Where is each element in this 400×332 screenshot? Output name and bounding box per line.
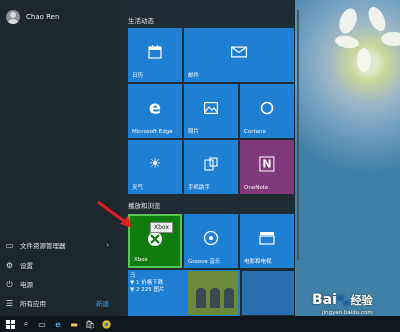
onenote-icon: N [259,156,275,172]
flower-petal [357,48,371,72]
scrollbar[interactable] [297,10,299,260]
person-silhouette [224,288,234,308]
desktop-wallpaper [295,0,400,316]
tile-label: 天气 [132,185,144,191]
menu-label: 文件资源管理器 [20,242,66,250]
list-icon: ☰ [5,298,14,308]
flower-petal [381,32,400,46]
user-account[interactable]: Chao Ren [6,10,59,24]
search-icon: ⌕ [23,319,29,328]
store-line: ▼ 1 价格下跌 [130,280,164,286]
tile-label: Microsoft Edge [132,129,173,135]
flower-petal [334,34,360,50]
edge-icon: e [55,319,61,329]
xbox-tooltip: Xbox [150,222,173,233]
watermark-brand: Bai🐾经验 [312,292,373,308]
avatar [6,10,20,24]
menu-power[interactable]: ⏻ 电源 [5,279,115,290]
tile-photos[interactable]: 照片 [184,84,238,138]
red-pointer-arrow-icon [97,200,132,228]
tile-movies-tv[interactable]: 电影和电视 [240,214,294,268]
phone-icon [204,157,218,171]
section-life: 生活动态 [128,17,154,25]
tile-label: 手机助手 [188,185,211,191]
task-view-icon: ▭ [38,319,46,329]
cortana-icon [260,101,274,115]
groove-icon [203,231,219,246]
tile-onenote[interactable]: N OneNote [240,140,294,194]
menu-file-explorer[interactable]: ▭ 文件资源管理器 › [5,240,115,251]
tile-label: 日历 [132,73,144,79]
chrome-icon [101,319,111,329]
start-menu: Chao Ren ▭ 文件资源管理器 › ⚙ 设置 ⏻ 电源 ☰ 所有应用 新建… [0,0,299,316]
store-line: 马 [130,273,136,279]
user-name: Chao Ren [26,13,60,21]
menu-label: 所有应用 [20,300,46,308]
chevron-right-icon: › [106,241,109,249]
menu-all-apps[interactable]: ☰ 所有应用 新建 [5,298,115,309]
tile-calendar[interactable]: 日历 [128,28,182,82]
store-taskbar-button[interactable]: 🛍 [82,316,98,332]
folder-icon: ▬ [70,319,78,329]
edge-icon: e [148,97,162,119]
tile-label: Groove 音乐 [188,259,221,265]
windows-start-button[interactable] [2,316,18,332]
new-badge: 新建 [96,300,109,308]
clapperboard-icon [259,232,275,245]
tile-weather[interactable]: ☀ 天气 [128,140,182,194]
calendar-icon [148,45,162,59]
tile-phone-companion[interactable]: 手机助手 [184,140,238,194]
tile-cortana[interactable]: Cortana [240,84,294,138]
flower-petal [336,6,360,36]
search-button[interactable]: ⌕ [18,316,34,332]
menu-settings[interactable]: ⚙ 设置 [5,260,115,271]
tile-label: OneNote [244,185,269,191]
windows-logo-icon [5,319,15,329]
power-icon: ⏻ [6,279,13,289]
sun-icon: ☀ [148,156,162,173]
folder-icon: ▭ [5,240,14,250]
tile-label: Xbox [134,257,148,263]
chrome-taskbar-button[interactable] [98,316,114,332]
taskbar: ⌕ ▭ e ▬ 🛍 [0,316,400,332]
tile-label: 邮件 [188,73,200,79]
store-tile-text: 马 ▼ 1 价格下跌 ▼ 2 225 图片 [130,273,164,294]
task-view-button[interactable]: ▭ [34,316,50,332]
mail-icon [231,46,247,58]
tile-label: 照片 [188,129,200,135]
tile-groove[interactable]: Groove 音乐 [184,214,238,268]
edge-taskbar-button[interactable]: e [50,316,66,332]
file-explorer-taskbar-button[interactable]: ▬ [66,316,82,332]
tile-sports-photo[interactable] [242,271,294,315]
tile-edge[interactable]: e Microsoft Edge [128,84,182,138]
person-silhouette [210,288,220,308]
photos-icon [204,102,218,115]
gear-icon: ⚙ [5,260,14,270]
start-left-pane: Chao Ren ▭ 文件资源管理器 › ⚙ 设置 ⏻ 电源 ☰ 所有应用 新建 [0,0,120,316]
store-icon: 🛍 [84,319,96,329]
menu-label: 设置 [20,262,33,270]
store-line: ▼ 2 225 图片 [130,287,165,293]
tile-label: Cortana [244,129,266,135]
flower-petal [365,4,389,34]
tile-mail[interactable]: 邮件 [184,28,294,82]
menu-label: 电源 [20,281,33,289]
tile-label: 电影和电视 [244,259,272,265]
watermark-url: jingyan.baidu.com [322,310,373,316]
person-silhouette [196,288,206,308]
